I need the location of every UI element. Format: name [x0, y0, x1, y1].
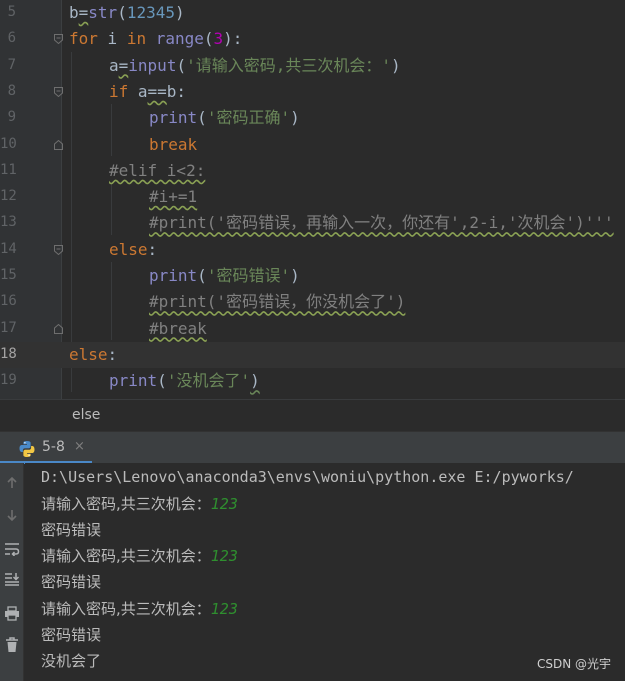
- arrow-down-icon[interactable]: [0, 503, 24, 527]
- code-text[interactable]: print('密码正确'): [149, 108, 300, 128]
- code-line[interactable]: 17 #break: [0, 316, 625, 342]
- line-number: 11: [0, 161, 17, 178]
- run-tab[interactable]: 5-8 ×: [0, 432, 92, 464]
- console-line: 密码错误: [41, 573, 102, 591]
- code-editor[interactable]: 5 b=str(12345) 6 for i in range(3): 7 a=…: [0, 0, 625, 399]
- code-line[interactable]: 10 break: [0, 132, 625, 158]
- print-icon[interactable]: [0, 601, 24, 625]
- run-tab-bar: 5-8 ×: [0, 431, 625, 464]
- fold-end-icon[interactable]: [54, 323, 63, 334]
- line-number: 8: [7, 82, 16, 99]
- console-user-input: 123: [210, 495, 238, 513]
- code-line[interactable]: 5 b=str(12345): [0, 0, 625, 26]
- line-number: 14: [0, 240, 17, 257]
- line-number: 15: [0, 267, 17, 283]
- code-text[interactable]: #break: [149, 319, 207, 339]
- line-number: 12: [0, 188, 17, 205]
- code-line[interactable]: 11 #elif i<2:: [0, 158, 625, 184]
- python-icon: [19, 441, 35, 457]
- fold-collapse-icon[interactable]: [54, 86, 63, 97]
- code-text[interactable]: break: [149, 135, 197, 155]
- line-number: 16: [0, 293, 17, 310]
- watermark: CSDN @光宇: [536, 657, 611, 671]
- console-line: 请输入密码,共三次机会：123: [41, 600, 238, 618]
- fold-collapse-icon[interactable]: [54, 244, 63, 255]
- run-tab-label: 5-8: [42, 439, 65, 455]
- code-text[interactable]: print('没机会了'): [109, 371, 260, 391]
- console-line: 密码错误: [41, 521, 102, 539]
- code-text[interactable]: #print('密码错误，再输入一次，你还有',2-i,'次机会')''': [149, 213, 614, 233]
- line-number: 9: [7, 109, 16, 126]
- console-line: D:\Users\Lenovo\anaconda3\envs\woniu\pyt…: [41, 468, 574, 486]
- arrow-up-icon[interactable]: [0, 471, 24, 495]
- line-number: 19: [0, 372, 17, 389]
- code-text[interactable]: else:: [109, 240, 157, 260]
- line-number: 6: [7, 30, 16, 47]
- line-number: 10: [0, 135, 17, 152]
- code-text[interactable]: for i in range(3):: [69, 29, 242, 49]
- code-text[interactable]: b=str(12345): [69, 3, 185, 23]
- console-user-input: 123: [210, 600, 238, 618]
- console-line: 密码错误: [41, 626, 102, 644]
- code-line[interactable]: 7 a=input('请输入密码,共三次机会：'): [0, 53, 625, 79]
- line-number: 7: [7, 56, 16, 73]
- code-line-current[interactable]: 18 else:: [0, 341, 625, 369]
- code-text[interactable]: if a==b:: [109, 82, 186, 102]
- console-line: 没机会了: [41, 652, 102, 670]
- code-text[interactable]: print('密码错误'): [149, 266, 300, 286]
- console-line: 请输入密码,共三次机会：123: [41, 495, 238, 513]
- code-line[interactable]: 13 #print('密码错误，再输入一次，你还有',2-i,'次机会')''': [0, 210, 625, 236]
- fold-end-icon[interactable]: [54, 139, 63, 150]
- breadcrumb[interactable]: else: [0, 399, 625, 431]
- code-text[interactable]: #elif i<2:: [109, 161, 205, 181]
- code-text[interactable]: a=input('请输入密码,共三次机会：'): [109, 56, 401, 76]
- code-line[interactable]: 14 else:: [0, 237, 625, 263]
- code-line[interactable]: 15 print('密码错误'): [0, 263, 625, 289]
- line-number: 17: [0, 319, 17, 336]
- code-line[interactable]: 12 #i+=1: [0, 184, 625, 210]
- soft-wrap-icon[interactable]: [0, 537, 24, 561]
- run-console[interactable]: D:\Users\Lenovo\anaconda3\envs\woniu\pyt…: [25, 463, 625, 681]
- run-toolbar: [0, 463, 24, 681]
- code-text[interactable]: else:: [69, 345, 117, 365]
- console-user-input: 123: [210, 547, 238, 565]
- code-line[interactable]: 19 print('没机会了'): [0, 368, 625, 394]
- code-line[interactable]: 8 if a==b:: [0, 79, 625, 105]
- line-number: 18: [0, 345, 17, 362]
- breadcrumb-item[interactable]: else: [72, 407, 100, 423]
- code-text[interactable]: #print('密码错误，你没机会了'): [149, 292, 405, 312]
- scroll-to-end-icon[interactable]: [0, 567, 24, 591]
- line-number: 5: [7, 4, 16, 20]
- console-line: 请输入密码,共三次机会：123: [41, 547, 238, 565]
- code-line[interactable]: 9 print('密码正确'): [0, 105, 625, 131]
- code-text[interactable]: #i+=1: [149, 187, 197, 207]
- fold-collapse-icon[interactable]: [54, 34, 63, 45]
- close-icon[interactable]: ×: [74, 439, 85, 454]
- code-line[interactable]: 16 #print('密码错误，你没机会了'): [0, 289, 625, 315]
- trash-icon[interactable]: [0, 633, 24, 657]
- code-line[interactable]: 6 for i in range(3):: [0, 26, 625, 52]
- line-number: 13: [0, 214, 17, 231]
